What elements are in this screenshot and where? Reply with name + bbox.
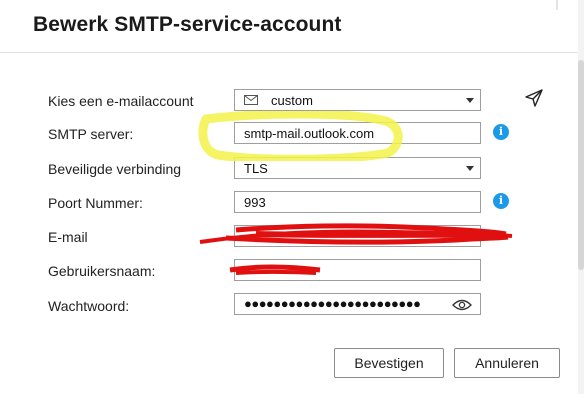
email-account-value: custom — [271, 93, 313, 108]
dialog-titlebar: Bewerk SMTP-service-account — [0, 0, 584, 52]
port-input[interactable]: 993 — [234, 191, 481, 213]
email-label: E-mail — [48, 229, 88, 245]
smtp-server-label: SMTP server: — [48, 126, 134, 142]
password-masked-value: ●●●●●●●●●●●●●●●●●●●●●●●● — [244, 296, 421, 311]
cancel-button[interactable]: Annuleren — [454, 348, 560, 378]
email-account-label: Kies een e-mailaccount — [48, 93, 194, 109]
chevron-down-icon — [466, 166, 474, 171]
confirm-button[interactable]: Bevestigen — [334, 348, 444, 378]
info-icon[interactable]: i — [493, 124, 509, 140]
dialog-title: Bewerk SMTP-service-account — [33, 13, 342, 36]
secure-connection-label: Beveiligde verbinding — [48, 161, 182, 177]
username-redaction — [229, 264, 321, 275]
username-label: Gebruikersnaam: — [48, 263, 156, 279]
paper-plane-icon[interactable] — [524, 88, 544, 108]
email-redaction — [199, 223, 513, 245]
eye-icon[interactable] — [452, 298, 472, 312]
highlight-annotation — [198, 111, 403, 161]
envelope-icon — [244, 95, 258, 105]
scrollbar-thumb[interactable] — [578, 60, 584, 270]
chevron-down-icon — [466, 98, 474, 103]
secure-connection-value: TLS — [244, 161, 268, 176]
port-value: 993 — [244, 195, 266, 210]
password-label: Wachtwoord: — [48, 298, 130, 314]
email-account-select[interactable]: custom — [234, 89, 481, 111]
port-label: Poort Nummer: — [48, 195, 143, 211]
password-input[interactable]: ●●●●●●●●●●●●●●●●●●●●●●●● — [234, 293, 481, 315]
title-divider — [0, 52, 584, 53]
info-icon[interactable]: i — [493, 193, 509, 209]
close-icon[interactable] — [548, 0, 568, 14]
